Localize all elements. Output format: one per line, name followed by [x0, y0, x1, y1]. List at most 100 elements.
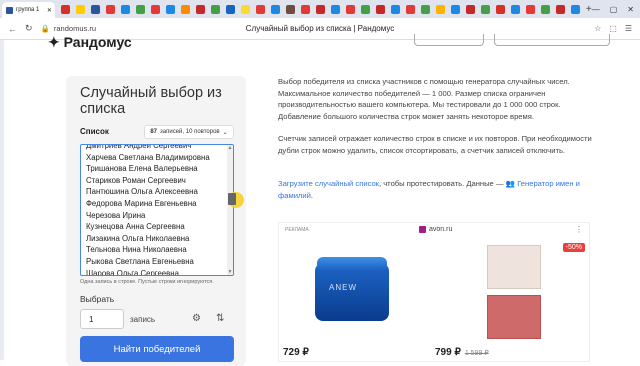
description-p1: Выбор победителя из списка участников с … [278, 77, 570, 121]
textarea-scrollbar[interactable]: ▲ ▼ [227, 145, 233, 275]
list-item: Федорова Марина Евгеньевна [86, 198, 197, 208]
description-p3-mid: , чтобы протестировать. Данные — [379, 179, 504, 188]
tab-bar: группа 1 ✕ + — ▢ ✕ [0, 0, 640, 18]
tab-favicon-icon[interactable] [435, 4, 445, 14]
tab-favicon-icon[interactable] [570, 4, 580, 14]
tab-favicon-icon[interactable] [390, 4, 400, 14]
menu-icon[interactable]: ☰ [625, 24, 632, 33]
tab-favicon-icon[interactable] [495, 4, 505, 14]
extensions-icon[interactable]: ⬚ [609, 24, 617, 33]
maximize-icon[interactable]: ▢ [610, 5, 618, 14]
url-field[interactable]: 🔒 randomus.ru [41, 24, 96, 33]
tab-active[interactable]: группа 1 ✕ [2, 2, 55, 18]
tab-favicon-icon[interactable] [135, 4, 145, 14]
header-button-1[interactable] [414, 34, 484, 46]
price-2: 799 ₽1 599 ₽ [435, 347, 489, 358]
records-suffix: записей, 10 повторов [160, 129, 220, 135]
pick-label: Выбрать [80, 294, 115, 304]
list-item: Шарова Ольга Сергеевна [86, 268, 179, 276]
tab-favicon-icon[interactable] [405, 4, 415, 14]
sale-badge: -50% [562, 243, 585, 252]
sort-icon[interactable]: ⇅ [216, 313, 224, 324]
tab-favicon-icon[interactable] [525, 4, 535, 14]
window-controls: — ▢ ✕ [592, 5, 640, 14]
gift-box-image[interactable] [487, 245, 541, 289]
list-item: Лизакина Ольга Николаевна [86, 233, 190, 243]
names-textarea[interactable]: Дмитриев Андрей Сергеевич Харчева Светлан… [80, 144, 234, 276]
tab-favicon-icon[interactable] [300, 4, 310, 14]
tab-favicon-icon[interactable] [330, 4, 340, 14]
tab-favicon-icon[interactable] [345, 4, 355, 14]
pick-unit: запись [130, 315, 156, 324]
winners-count-input[interactable]: 1 [80, 309, 124, 329]
records-counter[interactable]: 87 записей, 10 повторов ⌄ [144, 125, 234, 139]
tab-label: группа 1 [16, 7, 40, 13]
price-2-current: 799 ₽ [435, 347, 461, 358]
tab-favicon-icon[interactable] [120, 4, 130, 14]
list-item: Тельнова Нина Николаевна [86, 245, 187, 255]
ad-domain[interactable]: avon.ru [419, 226, 452, 233]
tab-favicon-icon[interactable] [555, 4, 565, 14]
tab-favicon-icon[interactable] [90, 4, 100, 14]
reload-icon[interactable]: ↻ [25, 23, 33, 34]
list-label: Список [80, 127, 109, 136]
close-window-icon[interactable]: ✕ [627, 5, 634, 14]
tab-close-icon[interactable]: ✕ [47, 7, 52, 14]
logo-icon: ✦ [48, 34, 64, 50]
tab-favicon-icon[interactable] [225, 4, 235, 14]
gear-icon[interactable]: ⚙ [192, 313, 201, 324]
site-logo[interactable]: ✦ Рандомус [48, 34, 132, 51]
tab-favicon-icon[interactable] [165, 4, 175, 14]
tab-favicon-icon[interactable] [180, 4, 190, 14]
page-title: Случайный выбор из списка | Рандомус [245, 24, 395, 33]
list-item: Пантюшина Ольга Алексеевна [86, 187, 198, 197]
lock-icon: 🔒 [40, 24, 50, 33]
tab-favicon-icon [6, 6, 13, 14]
tab-favicon-icon[interactable] [315, 4, 325, 14]
gift-box-image-2[interactable] [487, 295, 541, 339]
generator-title: Случайный выбор из списка [80, 85, 222, 117]
url-text: randomus.ru [53, 24, 96, 33]
scroll-down-icon[interactable]: ▼ [227, 269, 233, 275]
description-p3: Загрузите случайный список, чтобы протес… [278, 178, 598, 201]
more-options-icon[interactable]: ⋮ [575, 225, 583, 234]
tab-favicon-icon[interactable] [480, 4, 490, 14]
records-count: 87 [150, 129, 158, 135]
tab-favicon-icon[interactable] [270, 4, 280, 14]
tab-favicon-icon[interactable] [255, 4, 265, 14]
tab-favicon-icon[interactable] [360, 4, 370, 14]
list-item: Харчева Светлана Владимировна [86, 152, 210, 162]
header-button-2[interactable] [494, 34, 610, 46]
tab-favicon-icon[interactable] [510, 4, 520, 14]
chevron-down-icon: ⌄ [222, 129, 228, 136]
find-winners-button[interactable]: Найти победителей [80, 336, 234, 362]
side-panel-strip [0, 40, 4, 360]
tab-favicon-icon[interactable] [540, 4, 550, 14]
price-1: 729 ₽ [283, 347, 309, 358]
cursor-icon [228, 193, 236, 205]
tab-favicon-icon[interactable] [240, 4, 250, 14]
random-list-link[interactable]: Загрузите случайный список [278, 179, 379, 188]
tab-favicon-icon[interactable] [150, 4, 160, 14]
tab-favicon-icon[interactable] [75, 4, 85, 14]
list-hint: Одна запись в строке. Пустые строки игно… [80, 279, 214, 285]
back-icon[interactable]: ← [8, 24, 17, 34]
minimize-icon[interactable]: — [592, 5, 600, 14]
cream-jar-image[interactable] [315, 263, 389, 321]
tab-favicon-icon[interactable] [450, 4, 460, 14]
browser-tools: ☆ ⬚ ☰ [594, 24, 640, 33]
bookmark-icon[interactable]: ☆ [594, 24, 601, 33]
tab-favicon-icon[interactable] [60, 4, 70, 14]
tab-favicon-icon[interactable] [210, 4, 220, 14]
scroll-up-icon[interactable]: ▲ [227, 145, 233, 151]
tab-favicon-icon[interactable] [465, 4, 475, 14]
description-p3-end: . [310, 190, 313, 200]
tab-favicon-icon[interactable] [105, 4, 115, 14]
ad-block[interactable]: РЕКЛАМА avon.ru ⋮ ANEW -50% 729 ₽ 799 ₽1… [278, 222, 590, 362]
tab-favicon-icon[interactable] [420, 4, 430, 14]
tab-favicon-icon[interactable] [195, 4, 205, 14]
ad-domain-text: avon.ru [429, 226, 453, 233]
list-item: Тришанова Елена Валерьевна [86, 164, 198, 174]
tab-favicon-icon[interactable] [285, 4, 295, 14]
tab-favicon-icon[interactable] [375, 4, 385, 14]
